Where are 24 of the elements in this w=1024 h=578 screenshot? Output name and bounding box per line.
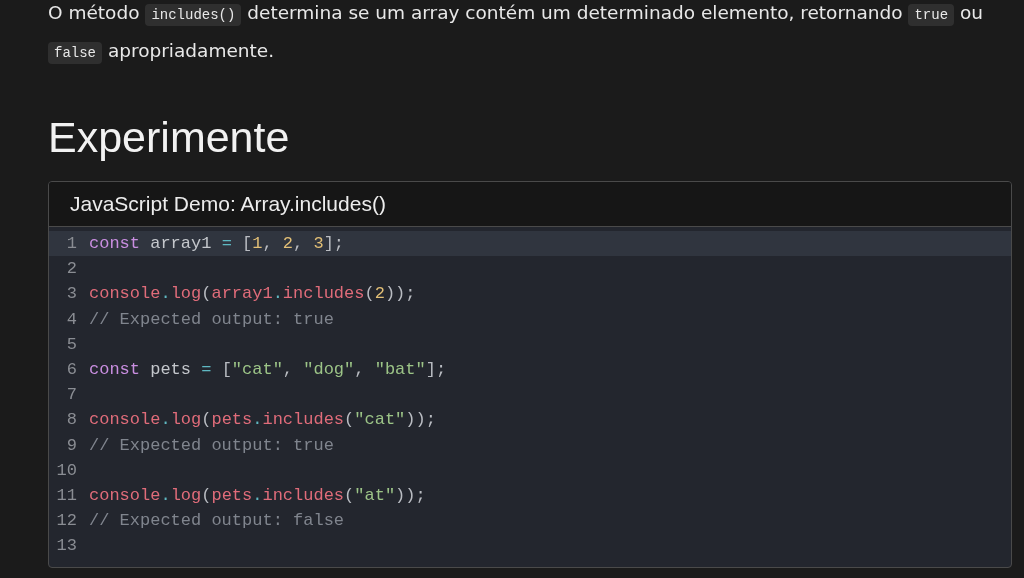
code-line[interactable]: const pets = ["cat", "dog", "bat"]; — [89, 356, 447, 383]
line-number: 2 — [65, 258, 77, 281]
line-number: 9 — [65, 434, 77, 457]
line-number: 1 — [65, 233, 77, 255]
line-number: 8 — [65, 409, 77, 432]
line-number: 6 — [65, 358, 77, 381]
line-number: 3 — [65, 283, 77, 306]
line-number: 11 — [55, 484, 77, 507]
code-line[interactable]: console.log(array1.includes(2)); — [89, 281, 416, 307]
line-number: 10 — [55, 459, 77, 482]
code-line[interactable]: console.log(pets.includes("cat")); — [89, 407, 436, 433]
code-line[interactable]: // Expected output: false — [89, 508, 345, 534]
section-heading: Experimente — [48, 113, 291, 161]
intro-paragraph: O método includes() determina se um array contém um determinado elemento, retornando true ou false apropriadamente. — [48, 0, 1008, 71]
line-number: 12 — [55, 510, 77, 533]
line-number: 4 — [65, 308, 77, 331]
code-line[interactable]: console.log(pets.includes("at")); — [89, 482, 426, 509]
demo-title: JavaScript Demo: Array.includes() — [70, 191, 386, 218]
code-line[interactable]: // Expected output: true — [89, 432, 334, 458]
code-line[interactable]: // Expected output: true — [89, 306, 334, 332]
line-number: 7 — [65, 384, 77, 407]
line-number: 13 — [55, 535, 77, 558]
line-number: 5 — [65, 333, 77, 356]
code-line[interactable]: const array1 = [1, 2, 3]; — [89, 231, 345, 257]
